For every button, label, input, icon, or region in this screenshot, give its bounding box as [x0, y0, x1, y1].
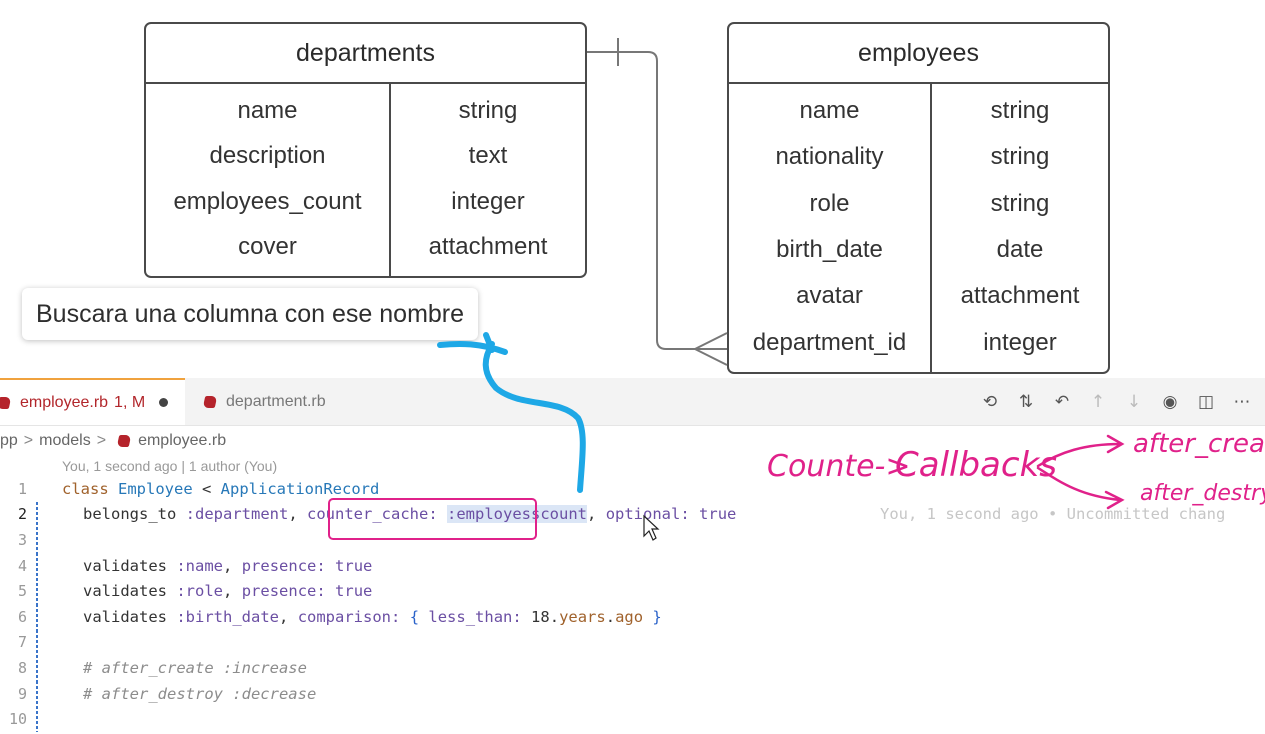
tab-employee-rb[interactable]: employee.rb 1, M	[0, 378, 185, 425]
code-text: validates :birth_date, comparison: { les…	[83, 607, 662, 626]
modified-gutter-marker	[36, 706, 38, 732]
breadcrumb-folder[interactable]: models	[39, 432, 91, 450]
code-text: validates :role, presence: true	[83, 582, 373, 601]
code-text: validates :name, presence: true	[83, 556, 373, 575]
code-text: belongs_to :department, counter_cache: :…	[83, 505, 737, 524]
codelens-blame[interactable]: You, 1 second ago | 1 author (You)	[62, 458, 277, 474]
modified-gutter-marker	[36, 552, 38, 579]
line-number: 3	[17, 530, 27, 549]
line-number: 1	[17, 479, 27, 498]
editor-toolbar: ⟲ ⇅ ↶ ↑ ↓ ◉ ◫ ⋯	[979, 378, 1253, 425]
tab-label: department.rb	[226, 392, 326, 410]
modified-gutter-marker	[36, 680, 38, 707]
more-actions-icon[interactable]: ⋯	[1231, 391, 1253, 413]
code-line-current[interactable]: 2 belongs_to :department, counter_cache:…	[0, 501, 1265, 528]
tab-bar: employee.rb 1, M department.rb ⟲ ⇅ ↶ ↑ ↓…	[0, 378, 1265, 426]
breadcrumb-root[interactable]: pp	[0, 432, 18, 450]
code-line[interactable]: 5 validates :role, presence: true	[0, 578, 1265, 604]
modified-gutter-marker	[36, 501, 38, 528]
line-number: 9	[17, 684, 27, 703]
line-number: 10	[8, 710, 27, 729]
line-number: 4	[17, 556, 27, 575]
chevron-right-icon: >	[23, 432, 34, 449]
split-editor-icon[interactable]: ◫	[1195, 391, 1217, 413]
modified-gutter-marker	[36, 527, 38, 553]
code-line[interactable]: 1 class Employee < ApplicationRecord	[0, 476, 1265, 502]
ruby-file-icon	[116, 435, 132, 447]
line-number: 6	[17, 607, 27, 626]
go-back-icon[interactable]: ↶	[1051, 391, 1073, 413]
modified-gutter-marker	[36, 655, 38, 681]
git-graph-icon[interactable]: ◉	[1159, 391, 1181, 413]
inline-blame: You, 1 second ago • Uncommitted chang	[880, 505, 1226, 524]
code-line[interactable]: 10	[0, 706, 1265, 732]
code-line[interactable]: 4 validates :name, presence: true	[0, 552, 1265, 579]
code-line[interactable]: 3	[0, 527, 1265, 553]
line-number: 2	[17, 505, 27, 524]
tooltip: Buscara una columna con ese nombre	[22, 288, 479, 340]
unsaved-dot-icon[interactable]	[159, 398, 169, 407]
chevron-right-icon: >	[96, 432, 107, 449]
tooltip-text: Buscara una columna con ese nombre	[36, 299, 465, 328]
line-number: 8	[17, 658, 27, 677]
modified-gutter-marker	[36, 629, 38, 656]
previous-change-icon[interactable]: ↑	[1087, 391, 1109, 413]
code-comment: # after_create :increase	[83, 658, 307, 677]
tab-label: employee.rb	[20, 393, 109, 411]
code-line[interactable]: 6 validates :birth_date, comparison: { l…	[0, 604, 1265, 630]
breadcrumb-file[interactable]: employee.rb	[138, 432, 226, 450]
line-number: 5	[17, 582, 27, 601]
line-number: 7	[17, 633, 27, 652]
code-text: class Employee < ApplicationRecord	[62, 479, 380, 498]
ruby-file-icon	[0, 396, 12, 409]
tab-status: 1, M	[114, 393, 146, 411]
history-icon[interactable]: ⟲	[979, 391, 1001, 413]
code-comment: # after_destroy :decrease	[83, 684, 317, 703]
next-change-icon[interactable]: ↓	[1123, 391, 1145, 413]
code-editor[interactable]: employee.rb 1, M department.rb ⟲ ⇅ ↶ ↑ ↓…	[0, 378, 1265, 734]
tab-department-rb[interactable]: department.rb	[190, 378, 370, 425]
code-line[interactable]: 7	[0, 629, 1265, 656]
compare-changes-icon[interactable]: ⇅	[1015, 391, 1037, 413]
code-line[interactable]: 8 # after_create :increase	[0, 655, 1265, 681]
modified-gutter-marker	[36, 604, 38, 630]
breadcrumb: pp > models > employee.rb	[0, 428, 226, 454]
ruby-file-icon	[202, 395, 218, 408]
code-line[interactable]: 9 # after_destroy :decrease	[0, 680, 1265, 707]
modified-gutter-marker	[36, 578, 38, 604]
